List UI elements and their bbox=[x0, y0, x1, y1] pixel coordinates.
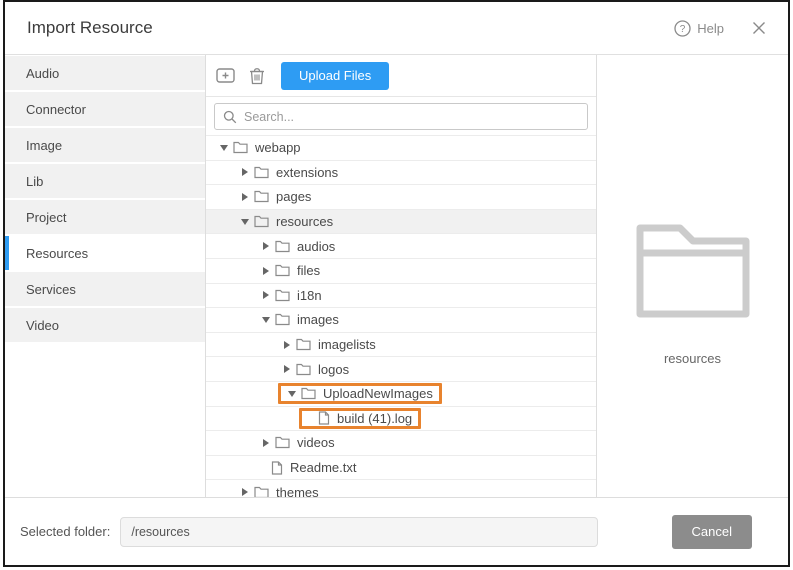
help-icon: ? bbox=[674, 20, 691, 37]
toolbar: Upload Files bbox=[206, 55, 596, 97]
tree-node-label: audios bbox=[297, 239, 335, 254]
svg-text:?: ? bbox=[680, 24, 686, 35]
preview-folder-name: resources bbox=[664, 351, 721, 366]
caret-collapsed-icon[interactable] bbox=[257, 242, 275, 250]
tree-row[interactable]: videos bbox=[206, 431, 596, 456]
sidebar-item-label: Project bbox=[26, 210, 66, 225]
caret-collapsed-icon[interactable] bbox=[278, 365, 296, 373]
search-icon bbox=[223, 110, 237, 124]
sidebar-item-label: Resources bbox=[26, 246, 88, 261]
tree-node-label: resources bbox=[276, 214, 333, 229]
sidebar-item-services[interactable]: Services bbox=[5, 272, 205, 306]
sidebar-item-label: Image bbox=[26, 138, 62, 153]
tree-row[interactable]: imagelists bbox=[206, 333, 596, 358]
folder-icon bbox=[254, 486, 269, 497]
tree-node-label: videos bbox=[297, 435, 335, 450]
upload-files-button[interactable]: Upload Files bbox=[281, 62, 389, 90]
tree-node-label: imagelists bbox=[318, 337, 376, 352]
caret-collapsed-icon[interactable] bbox=[236, 488, 254, 496]
large-folder-icon bbox=[635, 223, 751, 319]
folder-icon bbox=[275, 436, 290, 449]
tree-node-label: UploadNewImages bbox=[323, 386, 433, 401]
selected-folder-label: Selected folder: bbox=[20, 524, 110, 539]
search-box bbox=[214, 103, 588, 130]
tree-node-label: files bbox=[297, 263, 320, 278]
tree-node-label: build (41).log bbox=[337, 411, 412, 426]
file-browser-panel: Upload Files webapp extensions pages resour… bbox=[206, 55, 597, 497]
tree-row[interactable]: pages bbox=[206, 185, 596, 210]
preview-panel: resources bbox=[597, 55, 788, 497]
sidebar-item-resources[interactable]: Resources bbox=[5, 236, 205, 270]
dialog-header: Import Resource ? Help bbox=[5, 2, 788, 55]
folder-icon bbox=[296, 338, 311, 351]
selected-folder-input[interactable] bbox=[120, 517, 598, 547]
tree-node-label: logos bbox=[318, 362, 349, 377]
tree-row[interactable]: images bbox=[206, 308, 596, 333]
import-resource-dialog: Import Resource ? Help AudioConnectorIma bbox=[3, 0, 790, 567]
sidebar-item-label: Audio bbox=[26, 66, 59, 81]
folder-icon bbox=[254, 215, 269, 228]
tree-node-label: extensions bbox=[276, 165, 338, 180]
tree-row[interactable]: build (41).log bbox=[206, 407, 596, 432]
help-label: Help bbox=[697, 21, 724, 36]
sidebar-item-lib[interactable]: Lib bbox=[5, 164, 205, 198]
tree-row[interactable]: webapp bbox=[206, 136, 596, 161]
folder-icon bbox=[301, 387, 316, 400]
caret-expanded-icon[interactable] bbox=[236, 219, 254, 225]
cancel-button[interactable]: Cancel bbox=[672, 515, 752, 549]
folder-icon bbox=[275, 264, 290, 277]
caret-collapsed-icon[interactable] bbox=[236, 193, 254, 201]
tree-row[interactable]: themes bbox=[206, 480, 596, 497]
sidebar-item-connector[interactable]: Connector bbox=[5, 92, 205, 126]
caret-collapsed-icon[interactable] bbox=[257, 439, 275, 447]
tree-node-label: Readme.txt bbox=[290, 460, 356, 475]
search-input[interactable] bbox=[244, 110, 579, 124]
file-icon bbox=[318, 411, 330, 425]
folder-icon bbox=[296, 363, 311, 376]
caret-expanded-icon[interactable] bbox=[283, 391, 301, 397]
category-sidebar: Audio Connector Image Lib Project Resources Se… bbox=[5, 55, 206, 497]
sidebar-item-video[interactable]: Video bbox=[5, 308, 205, 342]
caret-expanded-icon[interactable] bbox=[215, 145, 233, 151]
caret-collapsed-icon[interactable] bbox=[278, 341, 296, 349]
delete-icon[interactable] bbox=[249, 67, 265, 85]
caret-collapsed-icon[interactable] bbox=[257, 291, 275, 299]
close-icon[interactable] bbox=[752, 21, 766, 35]
folder-icon bbox=[275, 313, 290, 326]
tree-row[interactable]: resources bbox=[206, 210, 596, 235]
sidebar-item-label: Connector bbox=[26, 102, 86, 117]
tree-row[interactable]: Readme.txt bbox=[206, 456, 596, 481]
sidebar-item-label: Services bbox=[26, 282, 76, 297]
help-button[interactable]: ? Help bbox=[674, 20, 724, 37]
tree-node-label: images bbox=[297, 312, 339, 327]
folder-icon bbox=[233, 141, 248, 154]
sidebar-item-project[interactable]: Project bbox=[5, 200, 205, 234]
sidebar-item-audio[interactable]: Audio bbox=[5, 56, 205, 90]
new-folder-icon[interactable] bbox=[216, 67, 235, 84]
tree-row[interactable]: UploadNewImages bbox=[206, 382, 596, 407]
sidebar-item-label: Lib bbox=[26, 174, 43, 189]
folder-icon bbox=[275, 289, 290, 302]
caret-collapsed-icon[interactable] bbox=[257, 267, 275, 275]
tree-row[interactable]: audios bbox=[206, 234, 596, 259]
tree-node-label: pages bbox=[276, 189, 311, 204]
file-icon bbox=[271, 461, 283, 475]
dialog-footer: Selected folder: Cancel bbox=[5, 497, 788, 565]
folder-icon bbox=[275, 240, 290, 253]
folder-icon bbox=[254, 166, 269, 179]
tree-node-label: themes bbox=[276, 485, 319, 497]
file-tree: webapp extensions pages resources audios file… bbox=[206, 135, 596, 497]
tree-node-label: i18n bbox=[297, 288, 322, 303]
caret-expanded-icon[interactable] bbox=[257, 317, 275, 323]
tree-row[interactable]: logos bbox=[206, 357, 596, 382]
tree-node-label: webapp bbox=[255, 140, 301, 155]
folder-icon bbox=[254, 190, 269, 203]
page-title: Import Resource bbox=[27, 18, 153, 38]
tree-row[interactable]: extensions bbox=[206, 161, 596, 186]
sidebar-item-label: Video bbox=[26, 318, 59, 333]
tree-row[interactable]: i18n bbox=[206, 284, 596, 309]
caret-collapsed-icon[interactable] bbox=[236, 168, 254, 176]
tree-row[interactable]: files bbox=[206, 259, 596, 284]
sidebar-item-image[interactable]: Image bbox=[5, 128, 205, 162]
